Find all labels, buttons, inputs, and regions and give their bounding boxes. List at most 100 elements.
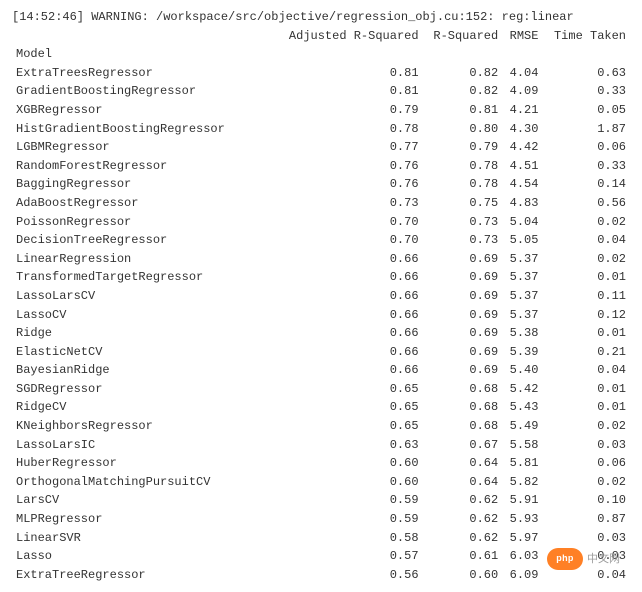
table-row: ExtraTreeRegressor0.560.606.090.04 — [12, 566, 630, 585]
cell-time: 0.04 — [542, 231, 630, 250]
cell-model: KNeighborsRegressor — [12, 417, 272, 436]
cell-time: 0.33 — [542, 82, 630, 101]
cell-model: LarsCV — [12, 491, 272, 510]
table-row: OrthogonalMatchingPursuitCV0.600.645.820… — [12, 473, 630, 492]
cell-r2: 0.73 — [423, 231, 503, 250]
cell-r2: 0.79 — [423, 138, 503, 157]
cell-model: AdaBoostRegressor — [12, 194, 272, 213]
cell-time: 0.03 — [542, 529, 630, 548]
cell-model: LassoLarsIC — [12, 436, 272, 455]
cell-r2: 0.67 — [423, 436, 503, 455]
table-row: PoissonRegressor0.700.735.040.02 — [12, 213, 630, 232]
cell-time: 0.11 — [542, 287, 630, 306]
cell-r2: 0.68 — [423, 398, 503, 417]
table-row: TransformedTargetRegressor0.660.695.370.… — [12, 268, 630, 287]
cell-adj-r2: 0.66 — [272, 343, 423, 362]
cell-r2: 0.69 — [423, 361, 503, 380]
cell-rmse: 4.51 — [502, 157, 542, 176]
cell-adj-r2: 0.81 — [272, 82, 423, 101]
cell-r2: 0.69 — [423, 306, 503, 325]
cell-adj-r2: 0.65 — [272, 380, 423, 399]
cell-model: RidgeCV — [12, 398, 272, 417]
table-row: HistGradientBoostingRegressor0.780.804.3… — [12, 120, 630, 139]
cell-model: MLPRegressor — [12, 510, 272, 529]
warning-line: [14:52:46] WARNING: /workspace/src/objec… — [12, 8, 630, 27]
cell-r2: 0.81 — [423, 101, 503, 120]
cell-rmse: 5.37 — [502, 250, 542, 269]
cell-rmse: 4.21 — [502, 101, 542, 120]
cell-time: 0.01 — [542, 380, 630, 399]
cell-model: Ridge — [12, 324, 272, 343]
cell-model: HuberRegressor — [12, 454, 272, 473]
cell-time: 0.10 — [542, 491, 630, 510]
table-row: LassoLarsIC0.630.675.580.03 — [12, 436, 630, 455]
cell-r2: 0.64 — [423, 454, 503, 473]
cell-model: HistGradientBoostingRegressor — [12, 120, 272, 139]
cell-rmse: 5.40 — [502, 361, 542, 380]
cell-rmse: 5.05 — [502, 231, 542, 250]
cell-rmse: 4.04 — [502, 64, 542, 83]
cell-model: BaggingRegressor — [12, 175, 272, 194]
cell-rmse: 5.81 — [502, 454, 542, 473]
cell-rmse: 4.09 — [502, 82, 542, 101]
cell-adj-r2: 0.73 — [272, 194, 423, 213]
col-time: Time Taken — [542, 27, 630, 46]
cell-adj-r2: 0.65 — [272, 417, 423, 436]
table-row: LassoCV0.660.695.370.12 — [12, 306, 630, 325]
cell-r2: 0.64 — [423, 473, 503, 492]
cell-model: ExtraTreeRegressor — [12, 566, 272, 585]
results-table: Adjusted R-Squared R-Squared RMSE Time T… — [12, 27, 630, 585]
cell-model: BayesianRidge — [12, 361, 272, 380]
cell-adj-r2: 0.78 — [272, 120, 423, 139]
cell-rmse: 5.38 — [502, 324, 542, 343]
col-r2: R-Squared — [423, 27, 503, 46]
cell-model: XGBRegressor — [12, 101, 272, 120]
table-row: ExtraTreesRegressor0.810.824.040.63 — [12, 64, 630, 83]
cell-r2: 0.78 — [423, 175, 503, 194]
cell-adj-r2: 0.77 — [272, 138, 423, 157]
cell-time: 0.06 — [542, 454, 630, 473]
cell-model: DecisionTreeRegressor — [12, 231, 272, 250]
cell-adj-r2: 0.66 — [272, 268, 423, 287]
cell-time: 0.02 — [542, 213, 630, 232]
col-blank — [12, 27, 272, 46]
cell-model: TransformedTargetRegressor — [12, 268, 272, 287]
cell-r2: 0.69 — [423, 268, 503, 287]
cell-model: LassoCV — [12, 306, 272, 325]
cell-time: 0.05 — [542, 101, 630, 120]
cell-time: 0.02 — [542, 250, 630, 269]
cell-r2: 0.68 — [423, 417, 503, 436]
cell-r2: 0.62 — [423, 491, 503, 510]
table-row: LarsCV0.590.625.910.10 — [12, 491, 630, 510]
cell-r2: 0.80 — [423, 120, 503, 139]
table-row: BayesianRidge0.660.695.400.04 — [12, 361, 630, 380]
cell-rmse: 5.97 — [502, 529, 542, 548]
cell-rmse: 6.03 — [502, 547, 542, 566]
table-row: AdaBoostRegressor0.730.754.830.56 — [12, 194, 630, 213]
cell-r2: 0.61 — [423, 547, 503, 566]
cell-model: LinearSVR — [12, 529, 272, 548]
cell-adj-r2: 0.60 — [272, 454, 423, 473]
cell-r2: 0.75 — [423, 194, 503, 213]
cell-adj-r2: 0.66 — [272, 324, 423, 343]
cell-time: 0.12 — [542, 306, 630, 325]
cell-rmse: 5.91 — [502, 491, 542, 510]
cell-rmse: 5.82 — [502, 473, 542, 492]
index-label: Model — [12, 45, 630, 64]
cell-time: 0.01 — [542, 324, 630, 343]
table-row: BaggingRegressor0.760.784.540.14 — [12, 175, 630, 194]
table-row: LGBMRegressor0.770.794.420.06 — [12, 138, 630, 157]
cell-rmse: 6.09 — [502, 566, 542, 585]
cell-time: 0.02 — [542, 417, 630, 436]
cell-r2: 0.69 — [423, 343, 503, 362]
cell-adj-r2: 0.63 — [272, 436, 423, 455]
cell-adj-r2: 0.66 — [272, 306, 423, 325]
table-row: MLPRegressor0.590.625.930.87 — [12, 510, 630, 529]
cell-model: LassoLarsCV — [12, 287, 272, 306]
cell-model: SGDRegressor — [12, 380, 272, 399]
cell-rmse: 5.58 — [502, 436, 542, 455]
cell-rmse: 5.42 — [502, 380, 542, 399]
col-adj-r2: Adjusted R-Squared — [272, 27, 423, 46]
cell-time: 0.21 — [542, 343, 630, 362]
cell-r2: 0.60 — [423, 566, 503, 585]
